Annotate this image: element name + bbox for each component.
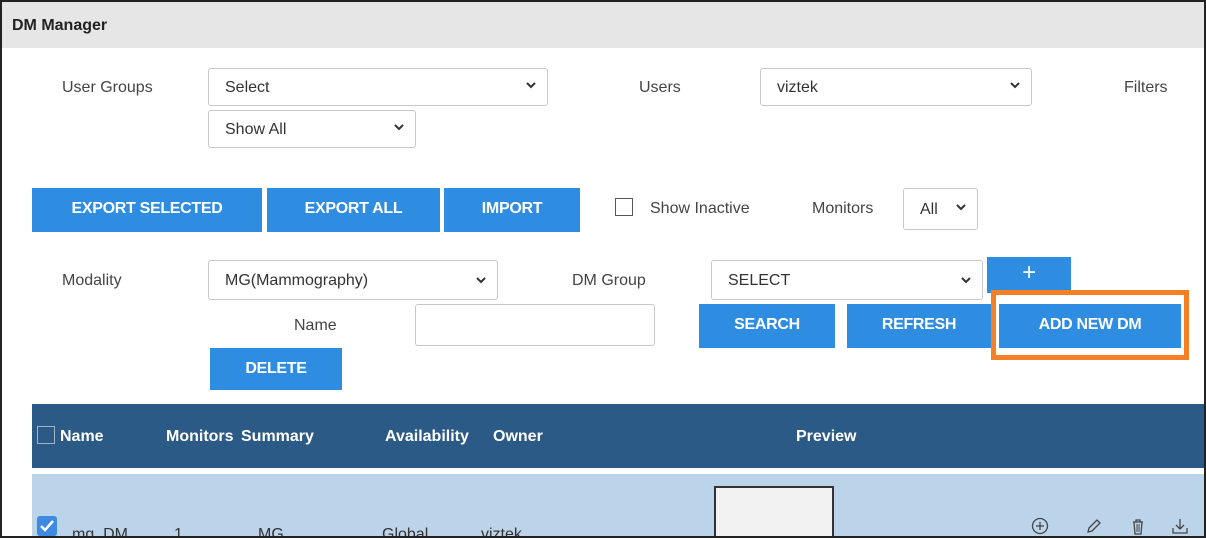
column-header-availability[interactable]: Availability xyxy=(385,428,469,446)
export-all-label: EXPORT ALL xyxy=(304,200,403,217)
row-summary: MG xyxy=(258,526,284,538)
dm-group-value: SELECT xyxy=(728,272,791,289)
chevron-down-icon xyxy=(956,204,966,211)
chevron-down-icon xyxy=(476,277,486,284)
column-header-owner[interactable]: Owner xyxy=(493,428,543,446)
delete-button[interactable]: DELETE xyxy=(210,348,342,390)
filters-label: Filters xyxy=(1124,79,1168,96)
row-availability: Global xyxy=(382,526,429,538)
refresh-label: REFRESH xyxy=(881,316,957,333)
chevron-down-icon xyxy=(526,82,536,89)
title-bar: DM Manager xyxy=(2,2,1204,48)
checkmark-icon xyxy=(40,520,54,532)
refresh-button[interactable]: REFRESH xyxy=(847,304,991,348)
table-header: Name Monitors Summary Availability Owner… xyxy=(32,404,1204,468)
search-label: SEARCH xyxy=(734,316,800,333)
column-header-name[interactable]: Name xyxy=(60,428,104,446)
search-button[interactable]: SEARCH xyxy=(699,304,835,348)
column-header-preview: Preview xyxy=(796,428,857,445)
plus-icon: + xyxy=(1022,259,1036,286)
modality-label: Modality xyxy=(62,272,122,289)
column-header-monitors[interactable]: Monitors xyxy=(166,428,234,446)
name-input[interactable] xyxy=(415,304,655,346)
add-new-dm-highlight xyxy=(991,290,1189,360)
monitors-value: All xyxy=(920,201,938,218)
name-label: Name xyxy=(294,317,337,334)
users-label: Users xyxy=(639,79,681,96)
download-icon[interactable] xyxy=(1170,516,1190,536)
show-all-select[interactable]: Show All xyxy=(208,110,416,148)
import-button[interactable]: IMPORT xyxy=(444,188,580,232)
show-inactive-checkbox[interactable] xyxy=(615,198,633,216)
dm-manager-panel: DM Manager User Groups Select Users vizt… xyxy=(0,0,1206,538)
users-value: viztek xyxy=(777,79,818,96)
dm-group-label: DM Group xyxy=(572,272,646,289)
column-header-summary[interactable]: Summary xyxy=(241,428,314,446)
export-selected-label: EXPORT SELECTED xyxy=(71,200,223,217)
add-dm-group-button[interactable]: + xyxy=(987,257,1071,293)
show-inactive-label: Show Inactive xyxy=(650,200,750,217)
edit-icon[interactable] xyxy=(1084,516,1104,536)
trash-icon[interactable] xyxy=(1128,516,1148,536)
row-monitors: 1 xyxy=(174,526,183,538)
monitors-label: Monitors xyxy=(812,200,874,217)
row-name: mg_DM xyxy=(72,526,129,538)
user-groups-select[interactable]: Select xyxy=(208,68,548,106)
monitors-select[interactable]: All xyxy=(903,188,978,230)
user-groups-value: Select xyxy=(225,79,270,96)
row-preview-thumbnail xyxy=(714,486,834,536)
modality-value: MG(Mammography) xyxy=(225,272,369,289)
chevron-down-icon xyxy=(394,124,404,131)
chevron-down-icon xyxy=(1010,82,1020,89)
row-owner: viztek xyxy=(481,526,522,538)
chevron-down-icon xyxy=(961,277,971,284)
user-groups-label: User Groups xyxy=(62,79,153,96)
table-row[interactable]: mg_DM 1 MG Global viztek xyxy=(32,474,1204,538)
modality-select[interactable]: MG(Mammography) xyxy=(208,260,498,300)
users-select[interactable]: viztek xyxy=(760,68,1032,106)
page-title: DM Manager xyxy=(12,17,108,34)
delete-label: DELETE xyxy=(245,360,307,377)
import-label: IMPORT xyxy=(481,200,543,217)
row-checkbox[interactable] xyxy=(37,516,57,536)
export-selected-button[interactable]: EXPORT SELECTED xyxy=(32,188,262,232)
zoom-in-icon[interactable] xyxy=(1030,516,1050,536)
select-all-checkbox[interactable] xyxy=(37,426,55,444)
export-all-button[interactable]: EXPORT ALL xyxy=(267,188,440,232)
dm-group-select[interactable]: SELECT xyxy=(711,260,983,300)
show-all-value: Show All xyxy=(225,121,287,138)
